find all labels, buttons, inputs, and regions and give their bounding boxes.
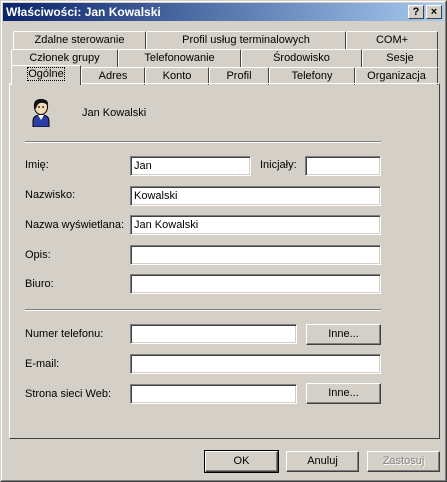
email-label: E-mail: xyxy=(25,358,60,370)
tab-telefonowanie[interactable]: Telefonowanie xyxy=(118,49,241,67)
office-input[interactable] xyxy=(130,274,381,294)
tab-zdalne-sterowanie[interactable]: Zdalne sterowanie xyxy=(13,31,146,49)
tab-srodowisko[interactable]: Środowisko xyxy=(241,49,362,67)
user-display-name: Jan Kowalski xyxy=(82,107,147,119)
display-name-input[interactable]: Jan Kowalski xyxy=(130,215,381,235)
window-title: Właściwości: Jan Kowalski xyxy=(6,5,161,19)
initials-input[interactable] xyxy=(305,156,381,176)
web-other-button[interactable]: Inne... xyxy=(306,383,381,404)
first-name-input[interactable]: Jan xyxy=(130,156,251,176)
email-input[interactable] xyxy=(130,354,381,374)
office-label: Biuro: xyxy=(25,278,54,290)
last-name-input[interactable]: Kowalski xyxy=(130,186,381,206)
properties-window: Właściwości: Jan Kowalski ? × Zdalne ste… xyxy=(0,0,447,482)
display-name-label: Nazwa wyświetlana: xyxy=(25,219,125,231)
separator-middle xyxy=(25,309,381,311)
apply-button[interactable]: Zastosuj xyxy=(367,451,440,472)
web-input[interactable] xyxy=(130,384,297,404)
initials-label: Inicjały: xyxy=(260,159,297,171)
tab-ogolne[interactable]: Ogólne xyxy=(11,65,81,85)
cancel-button[interactable]: Anuluj xyxy=(286,451,359,472)
last-name-label: Nazwisko: xyxy=(25,189,76,201)
tab-sesje[interactable]: Sesje xyxy=(362,49,438,67)
first-name-label: Imię: xyxy=(25,159,49,171)
tab-com-plus[interactable]: COM+ xyxy=(346,31,438,49)
help-button[interactable]: ? xyxy=(408,5,424,19)
phone-label: Numer telefonu: xyxy=(25,328,104,340)
tab-profil-uslug-terminalowych[interactable]: Profil usług terminalowych xyxy=(146,31,346,49)
title-bar[interactable]: Właściwości: Jan Kowalski ? × xyxy=(3,3,444,21)
description-label: Opis: xyxy=(25,249,51,261)
separator-top xyxy=(25,141,381,143)
user-icon xyxy=(27,97,55,128)
web-label: Strona sieci Web: xyxy=(25,388,112,400)
phone-other-button[interactable]: Inne... xyxy=(306,324,381,345)
ok-button[interactable]: OK xyxy=(204,450,279,473)
description-input[interactable] xyxy=(130,245,381,265)
close-button[interactable]: × xyxy=(426,5,442,19)
phone-input[interactable] xyxy=(130,324,297,344)
